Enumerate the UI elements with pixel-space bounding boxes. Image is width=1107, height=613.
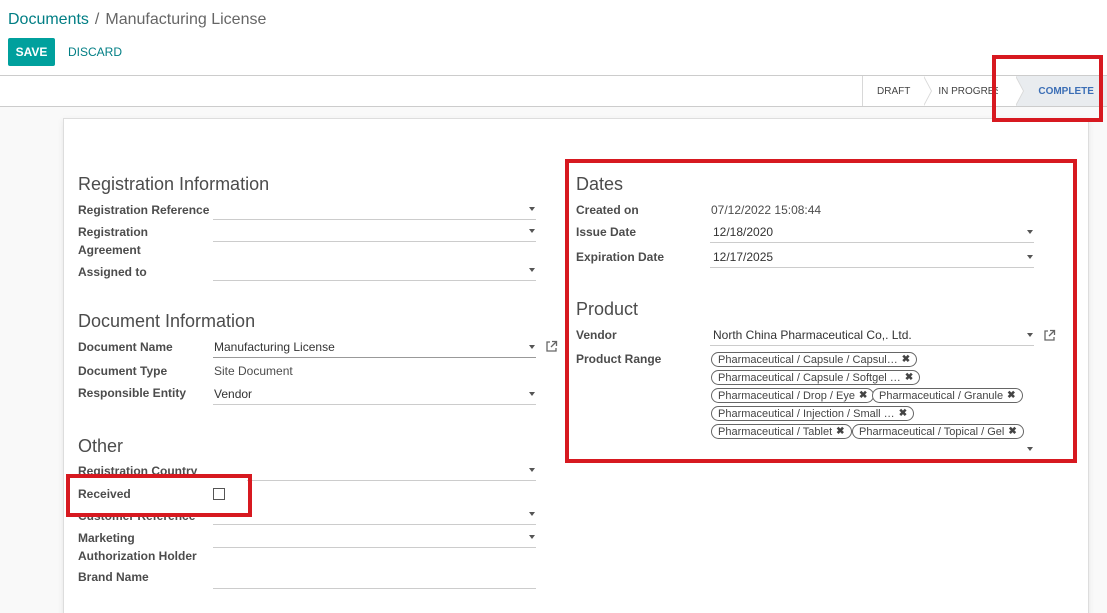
stage-draft-label: DRAFT: [877, 85, 911, 97]
document-section-title: Document Information: [78, 311, 256, 331]
document-type-label: Document Type: [78, 364, 168, 378]
caret-down-icon[interactable]: [529, 535, 535, 539]
registration-reference-label: Registration Reference: [78, 203, 210, 217]
document-type-value: Site Document: [214, 364, 293, 378]
highlight-complete-stage: [992, 55, 1103, 122]
stage-arrow: [1015, 76, 1025, 106]
stage-arrow: [923, 76, 933, 106]
assigned-to-label: Assigned to: [78, 265, 147, 279]
registration-agreement-label: Registration Agreement: [78, 225, 149, 257]
breadcrumb: Documents / Manufacturing License: [8, 11, 266, 29]
registration-section-title: Registration Information: [78, 174, 270, 194]
stage-in-progress-label: IN PROGRESS: [938, 85, 999, 97]
caret-down-icon[interactable]: [529, 229, 535, 233]
breadcrumb-current: Manufacturing License: [105, 11, 267, 28]
highlight-dates-product: [565, 159, 1077, 463]
responsible-entity-value: Vendor: [214, 387, 253, 401]
caret-down-icon[interactable]: [529, 207, 535, 211]
document-name-label: Document Name: [78, 340, 173, 354]
brand-name-field[interactable]: [213, 569, 536, 589]
caret-down-icon[interactable]: [529, 345, 535, 349]
responsible-entity-label: Responsible Entity: [78, 386, 187, 400]
statusbar: DRAFT IN PROGRESS COMPLETE E: [0, 75, 1107, 107]
document-name-value: Manufacturing License: [214, 340, 335, 354]
brand-name-label: Brand Name: [78, 570, 149, 584]
marketing-authorization-holder-field[interactable]: [213, 528, 536, 548]
control-panel: Documents / Manufacturing License SAVE DIS…: [0, 0, 1107, 76]
document-name-field[interactable]: Manufacturing License: [213, 338, 536, 358]
responsible-entity-field[interactable]: Vendor: [213, 385, 536, 405]
registration-reference-field[interactable]: [213, 200, 536, 220]
registration-agreement-field[interactable]: [213, 222, 536, 242]
caret-down-icon[interactable]: [529, 392, 535, 396]
highlight-received: [66, 474, 252, 517]
caret-down-icon[interactable]: [529, 468, 535, 472]
breadcrumb-documents-link[interactable]: Documents: [8, 11, 89, 28]
discard-button[interactable]: DISCARD: [68, 38, 122, 66]
customer-reference-field[interactable]: [213, 505, 536, 525]
marketing-authorization-holder-label: Marketing Authorization Holder: [78, 531, 197, 563]
caret-down-icon[interactable]: [529, 268, 535, 272]
stage-draft[interactable]: DRAFT: [863, 76, 933, 106]
other-section-title: Other: [78, 436, 124, 456]
assigned-to-field[interactable]: [213, 261, 536, 281]
caret-down-icon[interactable]: [529, 512, 535, 516]
registration-country-field[interactable]: [213, 461, 536, 481]
external-link-icon[interactable]: [545, 340, 558, 353]
breadcrumb-separator: /: [94, 11, 100, 28]
save-button[interactable]: SAVE: [8, 38, 55, 66]
